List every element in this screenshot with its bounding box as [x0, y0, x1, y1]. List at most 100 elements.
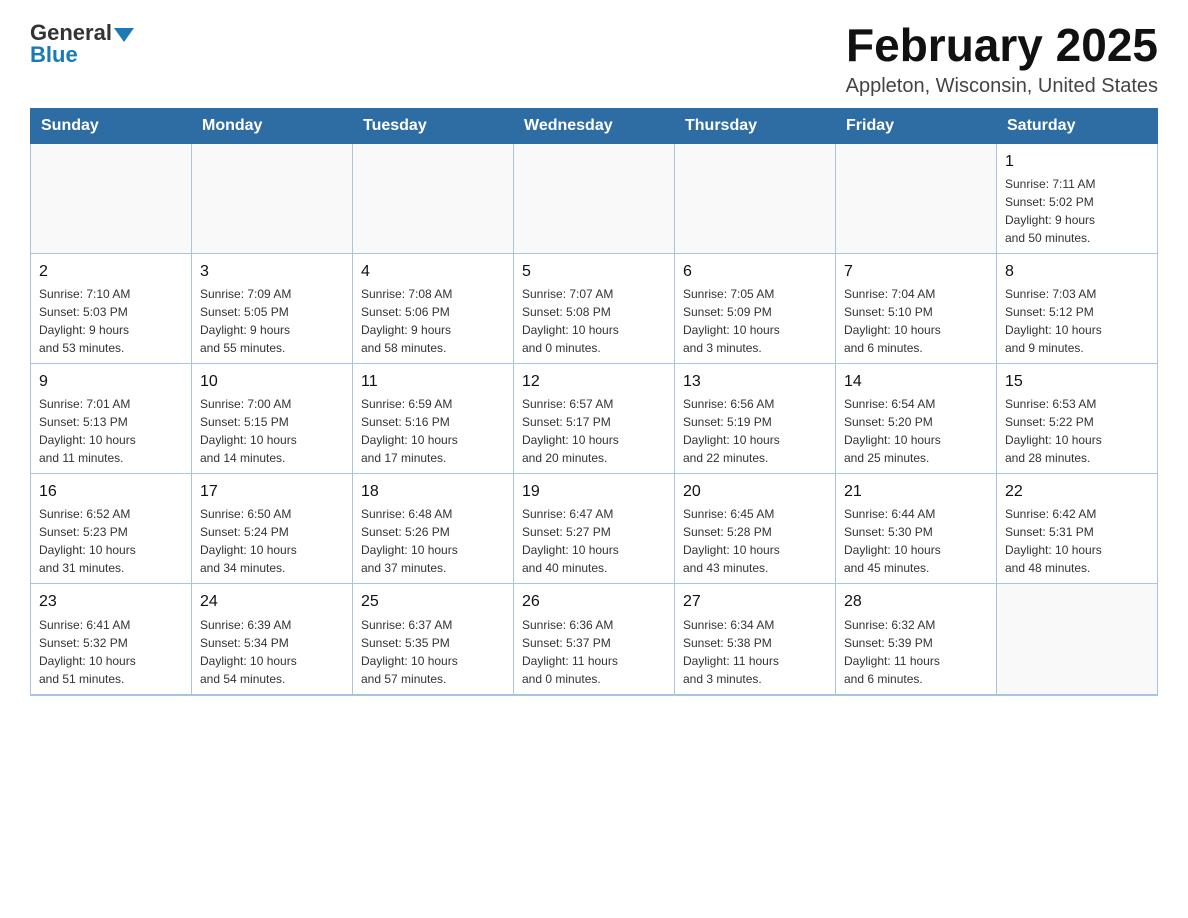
day-info: Sunrise: 6:41 AM Sunset: 5:32 PM Dayligh… [39, 616, 183, 688]
logo-blue: Blue [30, 42, 78, 68]
day-number: 2 [39, 260, 183, 283]
table-cell: 8Sunrise: 7:03 AM Sunset: 5:12 PM Daylig… [997, 253, 1158, 363]
day-number: 20 [683, 480, 827, 503]
day-number: 15 [1005, 370, 1149, 393]
day-info: Sunrise: 6:48 AM Sunset: 5:26 PM Dayligh… [361, 505, 505, 577]
table-cell: 11Sunrise: 6:59 AM Sunset: 5:16 PM Dayli… [353, 363, 514, 473]
day-number: 21 [844, 480, 988, 503]
day-info: Sunrise: 6:47 AM Sunset: 5:27 PM Dayligh… [522, 505, 666, 577]
table-cell [31, 143, 192, 253]
day-info: Sunrise: 6:42 AM Sunset: 5:31 PM Dayligh… [1005, 505, 1149, 577]
title-area: February 2025 Appleton, Wisconsin, Unite… [846, 20, 1158, 98]
day-info: Sunrise: 6:45 AM Sunset: 5:28 PM Dayligh… [683, 505, 827, 577]
table-cell: 10Sunrise: 7:00 AM Sunset: 5:15 PM Dayli… [192, 363, 353, 473]
day-info: Sunrise: 6:52 AM Sunset: 5:23 PM Dayligh… [39, 505, 183, 577]
table-cell: 9Sunrise: 7:01 AM Sunset: 5:13 PM Daylig… [31, 363, 192, 473]
calendar-table: Sunday Monday Tuesday Wednesday Thursday… [30, 108, 1158, 696]
day-info: Sunrise: 7:04 AM Sunset: 5:10 PM Dayligh… [844, 285, 988, 357]
day-info: Sunrise: 6:50 AM Sunset: 5:24 PM Dayligh… [200, 505, 344, 577]
day-number: 9 [39, 370, 183, 393]
day-number: 5 [522, 260, 666, 283]
day-number: 26 [522, 590, 666, 613]
col-sunday: Sunday [31, 108, 192, 143]
day-number: 22 [1005, 480, 1149, 503]
days-of-week-row: Sunday Monday Tuesday Wednesday Thursday… [31, 108, 1158, 143]
table-cell [353, 143, 514, 253]
table-cell: 22Sunrise: 6:42 AM Sunset: 5:31 PM Dayli… [997, 474, 1158, 584]
table-cell [514, 143, 675, 253]
day-info: Sunrise: 7:08 AM Sunset: 5:06 PM Dayligh… [361, 285, 505, 357]
week-row-3: 9Sunrise: 7:01 AM Sunset: 5:13 PM Daylig… [31, 363, 1158, 473]
day-info: Sunrise: 6:53 AM Sunset: 5:22 PM Dayligh… [1005, 395, 1149, 467]
table-cell: 1Sunrise: 7:11 AM Sunset: 5:02 PM Daylig… [997, 143, 1158, 253]
day-number: 7 [844, 260, 988, 283]
day-number: 1 [1005, 150, 1149, 173]
col-tuesday: Tuesday [353, 108, 514, 143]
table-cell: 28Sunrise: 6:32 AM Sunset: 5:39 PM Dayli… [836, 584, 997, 695]
table-cell [675, 143, 836, 253]
calendar-title: February 2025 [846, 20, 1158, 71]
table-cell: 27 Sunrise: 6:34 AM Sunset: 5:38 PM Dayli… [675, 584, 836, 695]
day-info: Sunrise: 7:03 AM Sunset: 5:12 PM Dayligh… [1005, 285, 1149, 357]
day-number: 12 [522, 370, 666, 393]
col-saturday: Saturday [997, 108, 1158, 143]
day-number: 4 [361, 260, 505, 283]
day-info: Sunrise: 6:34 AM Sunset: 5:38 PM Dayligh… [683, 616, 827, 688]
table-cell: 6Sunrise: 7:05 AM Sunset: 5:09 PM Daylig… [675, 253, 836, 363]
calendar-header: Sunday Monday Tuesday Wednesday Thursday… [31, 108, 1158, 143]
table-cell: 17Sunrise: 6:50 AM Sunset: 5:24 PM Dayli… [192, 474, 353, 584]
table-cell: 15Sunrise: 6:53 AM Sunset: 5:22 PM Dayli… [997, 363, 1158, 473]
day-info: Sunrise: 6:32 AM Sunset: 5:39 PM Dayligh… [844, 616, 988, 688]
table-cell: 21Sunrise: 6:44 AM Sunset: 5:30 PM Dayli… [836, 474, 997, 584]
page-header: General Blue February 2025 Appleton, Wis… [30, 20, 1158, 98]
table-cell: 23 Sunrise: 6:41 AM Sunset: 5:32 PM Dayli… [31, 584, 192, 695]
col-friday: Friday [836, 108, 997, 143]
day-info: Sunrise: 7:05 AM Sunset: 5:09 PM Dayligh… [683, 285, 827, 357]
table-cell [836, 143, 997, 253]
logo-arrow-icon [114, 28, 134, 42]
table-cell: 7Sunrise: 7:04 AM Sunset: 5:10 PM Daylig… [836, 253, 997, 363]
day-info: Sunrise: 6:37 AM Sunset: 5:35 PM Dayligh… [361, 616, 505, 688]
day-number: 24 [200, 590, 344, 613]
day-info: Sunrise: 6:39 AM Sunset: 5:34 PM Dayligh… [200, 616, 344, 688]
table-cell: 18Sunrise: 6:48 AM Sunset: 5:26 PM Dayli… [353, 474, 514, 584]
day-info: Sunrise: 6:59 AM Sunset: 5:16 PM Dayligh… [361, 395, 505, 467]
table-cell [997, 584, 1158, 695]
calendar-body: 1Sunrise: 7:11 AM Sunset: 5:02 PM Daylig… [31, 143, 1158, 694]
table-cell [192, 143, 353, 253]
calendar-subtitle: Appleton, Wisconsin, United States [846, 75, 1158, 98]
logo: General Blue [30, 20, 134, 68]
day-info: Sunrise: 6:36 AM Sunset: 5:37 PM Dayligh… [522, 616, 666, 688]
col-wednesday: Wednesday [514, 108, 675, 143]
week-row-1: 1Sunrise: 7:11 AM Sunset: 5:02 PM Daylig… [31, 143, 1158, 253]
table-cell: 14Sunrise: 6:54 AM Sunset: 5:20 PM Dayli… [836, 363, 997, 473]
day-info: Sunrise: 6:56 AM Sunset: 5:19 PM Dayligh… [683, 395, 827, 467]
day-number: 27 [683, 590, 827, 613]
col-monday: Monday [192, 108, 353, 143]
table-cell: 16Sunrise: 6:52 AM Sunset: 5:23 PM Dayli… [31, 474, 192, 584]
table-cell: 3Sunrise: 7:09 AM Sunset: 5:05 PM Daylig… [192, 253, 353, 363]
table-cell: 26 Sunrise: 6:36 AM Sunset: 5:37 PM Dayli… [514, 584, 675, 695]
day-number: 25 [361, 590, 505, 613]
day-number: 16 [39, 480, 183, 503]
day-info: Sunrise: 6:44 AM Sunset: 5:30 PM Dayligh… [844, 505, 988, 577]
day-number: 3 [200, 260, 344, 283]
table-cell: 24 Sunrise: 6:39 AM Sunset: 5:34 PM Dayli… [192, 584, 353, 695]
day-info: Sunrise: 7:11 AM Sunset: 5:02 PM Dayligh… [1005, 175, 1149, 247]
week-row-4: 16Sunrise: 6:52 AM Sunset: 5:23 PM Dayli… [31, 474, 1158, 584]
day-number: 13 [683, 370, 827, 393]
table-cell: 19Sunrise: 6:47 AM Sunset: 5:27 PM Dayli… [514, 474, 675, 584]
day-info: Sunrise: 7:10 AM Sunset: 5:03 PM Dayligh… [39, 285, 183, 357]
day-number: 18 [361, 480, 505, 503]
table-cell: 12Sunrise: 6:57 AM Sunset: 5:17 PM Dayli… [514, 363, 675, 473]
day-info: Sunrise: 6:54 AM Sunset: 5:20 PM Dayligh… [844, 395, 988, 467]
day-number: 23 [39, 590, 183, 613]
table-cell: 20Sunrise: 6:45 AM Sunset: 5:28 PM Dayli… [675, 474, 836, 584]
day-info: Sunrise: 6:57 AM Sunset: 5:17 PM Dayligh… [522, 395, 666, 467]
day-info: Sunrise: 7:09 AM Sunset: 5:05 PM Dayligh… [200, 285, 344, 357]
table-cell: 4Sunrise: 7:08 AM Sunset: 5:06 PM Daylig… [353, 253, 514, 363]
day-number: 11 [361, 370, 505, 393]
day-number: 6 [683, 260, 827, 283]
col-thursday: Thursday [675, 108, 836, 143]
table-cell: 25 Sunrise: 6:37 AM Sunset: 5:35 PM Dayli… [353, 584, 514, 695]
